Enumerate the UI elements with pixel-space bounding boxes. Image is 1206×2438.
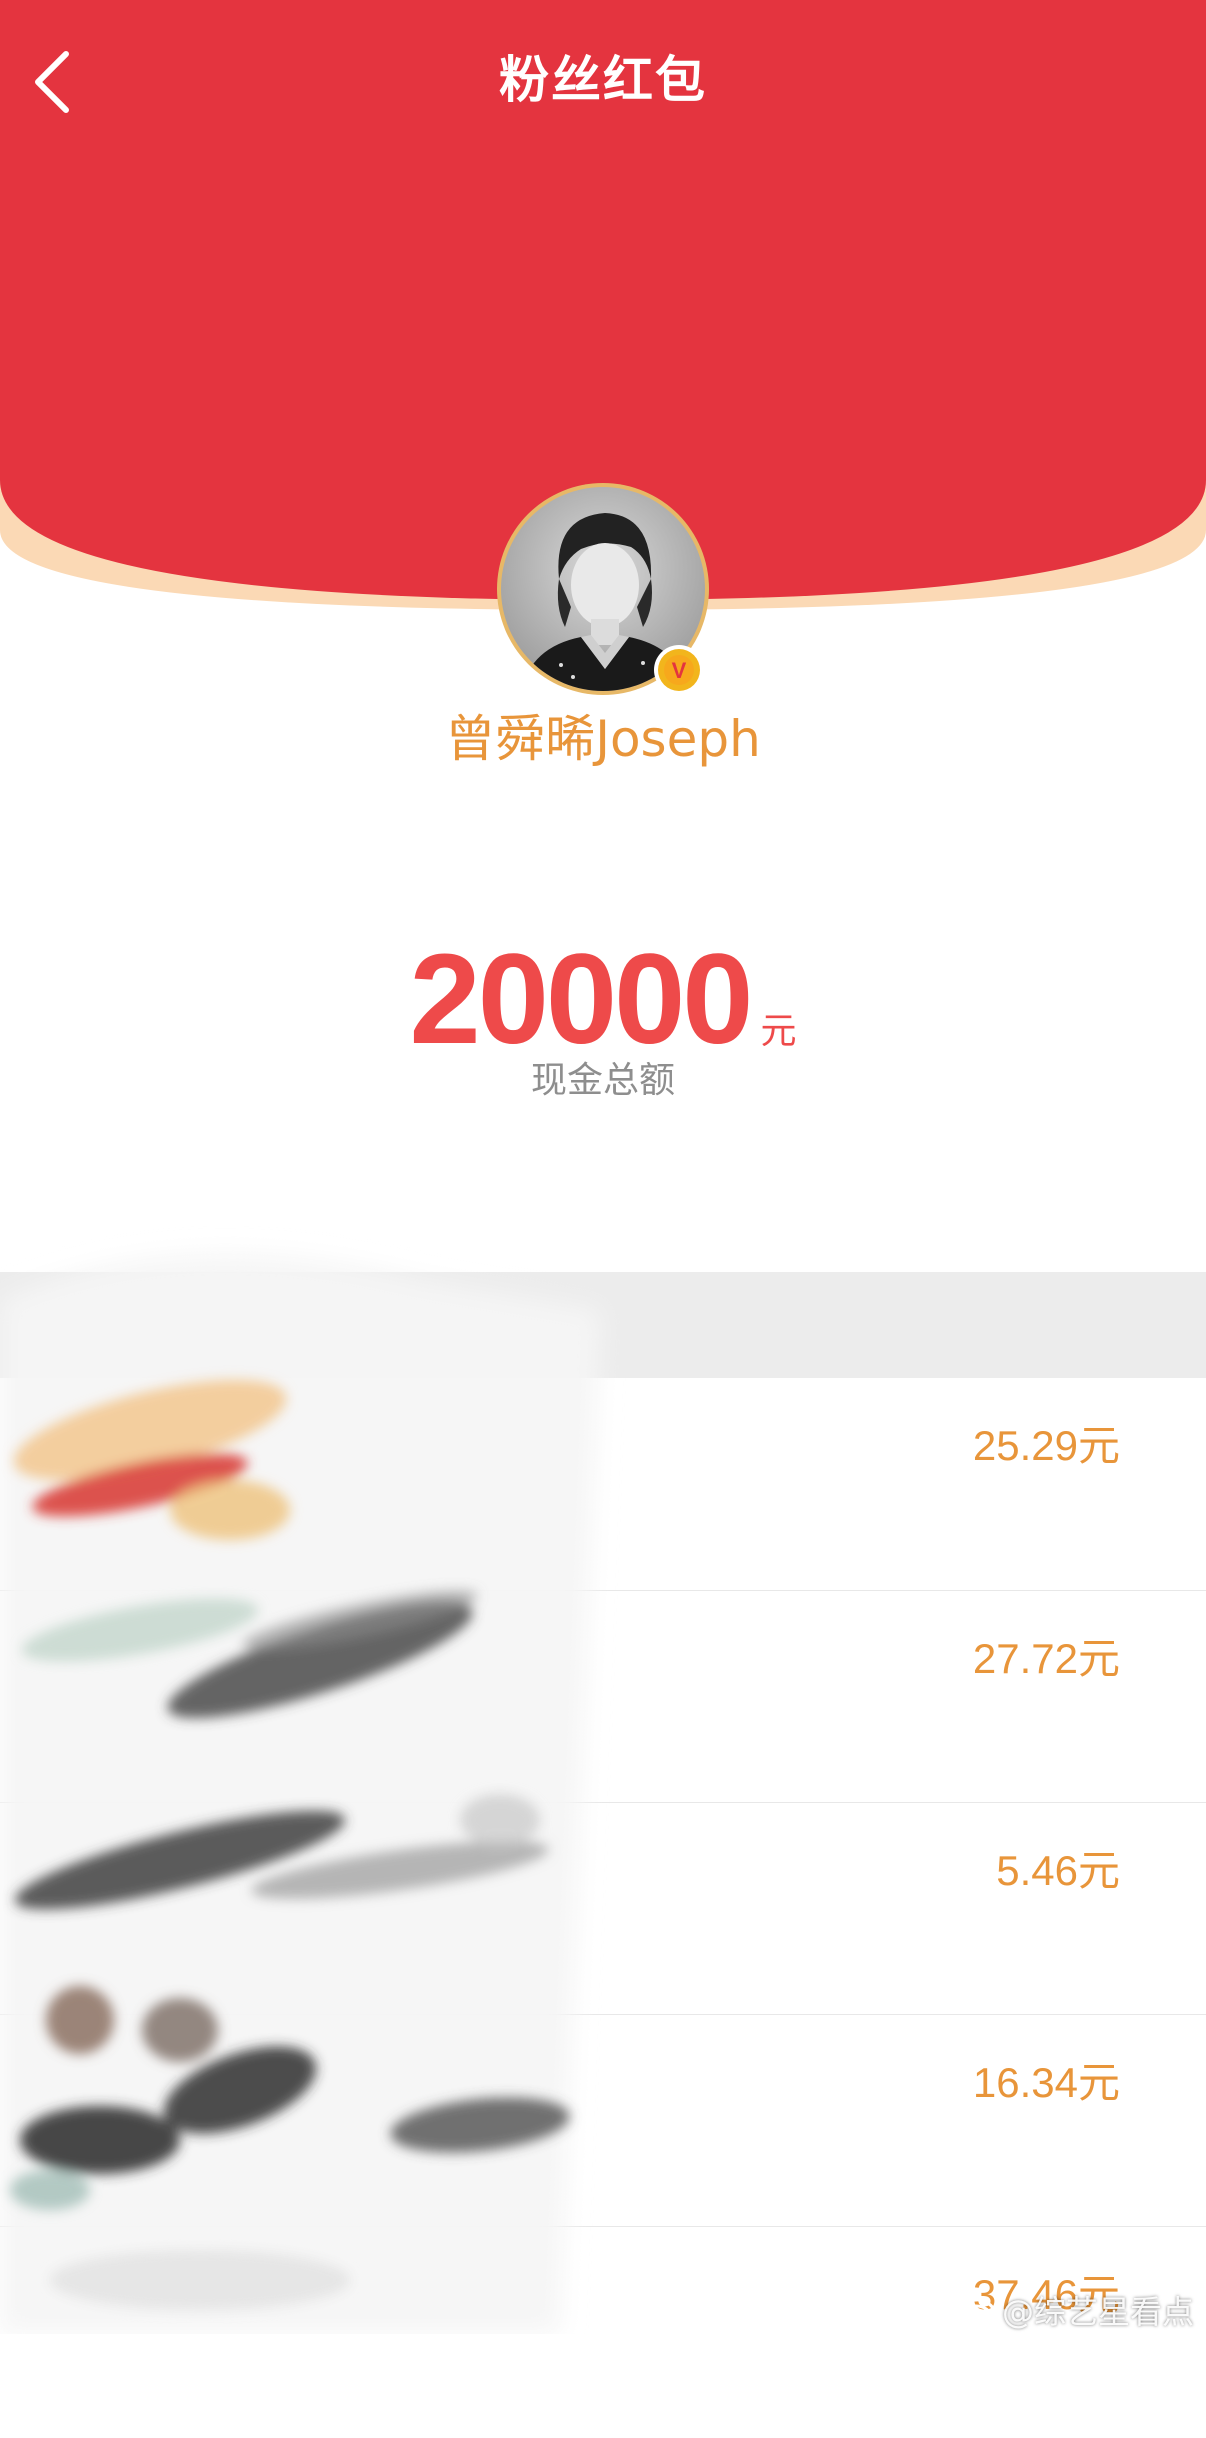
claim-amount: 25.29元 [972,1422,1120,1469]
list-item[interactable]: 25.29元 [0,1378,1206,1590]
total-amount-unit: 元 [760,1011,797,1052]
page-title: 粉丝红包 [499,51,707,109]
list-item[interactable]: 16.34元 [0,2014,1206,2226]
weibo-logo-icon [959,2301,995,2330]
list-item[interactable]: 5.46元 [0,1802,1206,2014]
section-divider [0,1272,1206,1378]
sender-name[interactable]: 曾舜晞Joseph [0,700,1206,778]
claim-amount: 16.34元 [972,2059,1120,2106]
list-item[interactable]: 27.72元 [0,1590,1206,1802]
verified-badge-letter: V [672,658,687,683]
total-amount-label: 现金总额 [530,1060,675,1101]
total-amount-value: 20000 [409,928,754,1071]
watermark-text: @综艺星看点 [1001,2293,1194,2331]
total-amount: 20000 元 [0,930,1206,1070]
watermark: @综艺星看点 [958,2290,1194,2334]
claim-amount: 5.46元 [996,1847,1120,1894]
claims-list: 25.29元 27.72元 5.46元 16.34元 37.46元 [0,1378,1206,2438]
claim-amount: 27.72元 [972,1635,1120,1682]
verified-v-icon: V [654,645,704,695]
